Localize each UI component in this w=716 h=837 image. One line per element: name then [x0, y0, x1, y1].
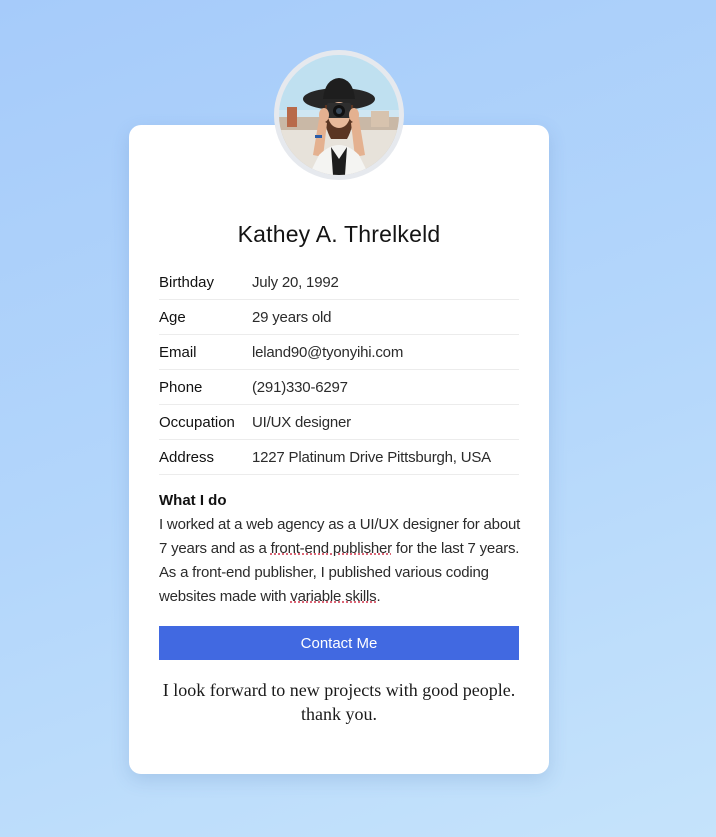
info-label: Age	[159, 308, 186, 326]
about-text: .	[376, 588, 381, 605]
about-highlight: variable skills	[290, 588, 377, 605]
avatar	[274, 50, 404, 180]
info-label: Phone	[159, 378, 203, 396]
profile-photo-image	[279, 55, 399, 175]
info-table: Birthday July 20, 1992 Age 29 years old …	[159, 265, 519, 475]
info-value: 29 years old	[252, 308, 332, 326]
info-value: UI/UX designer	[252, 413, 351, 431]
info-label: Occupation	[159, 413, 235, 431]
info-value: 1227 Platinum Drive Pittsburgh, USA	[252, 448, 491, 466]
closing-message: I look forward to new projects with good…	[149, 678, 529, 726]
info-label: Address	[159, 448, 215, 466]
info-row-age: Age 29 years old	[159, 300, 519, 335]
info-row-address: Address 1227 Platinum Drive Pittsburgh, …	[159, 440, 519, 475]
info-value: leland90@tyonyihi.com	[252, 343, 404, 361]
section-heading: What I do	[159, 492, 227, 509]
profile-name: Kathey A. Threlkeld	[237, 221, 441, 247]
about-highlight: front-end publisher	[270, 540, 392, 557]
info-row-phone: Phone (291)330-6297	[159, 370, 519, 405]
profile-card: Kathey A. Threlkeld Birthday July 20, 19…	[129, 125, 549, 774]
what-i-do-section: What I do I worked at a web agency as a …	[159, 492, 524, 609]
contact-me-button[interactable]: Contact Me	[159, 626, 519, 660]
about-paragraph: I worked at a web agency as a UI/UX desi…	[159, 513, 524, 609]
info-row-email: Email leland90@tyonyihi.com	[159, 335, 519, 370]
info-value: (291)330-6297	[252, 378, 348, 396]
closing-line: thank you.	[301, 704, 377, 724]
info-row-birthday: Birthday July 20, 1992	[159, 265, 519, 300]
info-label: Birthday	[159, 273, 215, 291]
info-row-occupation: Occupation UI/UX designer	[159, 405, 519, 440]
info-label: Email	[159, 343, 197, 361]
info-value: July 20, 1992	[252, 273, 339, 291]
closing-line: I look forward to new projects with good…	[162, 680, 516, 700]
